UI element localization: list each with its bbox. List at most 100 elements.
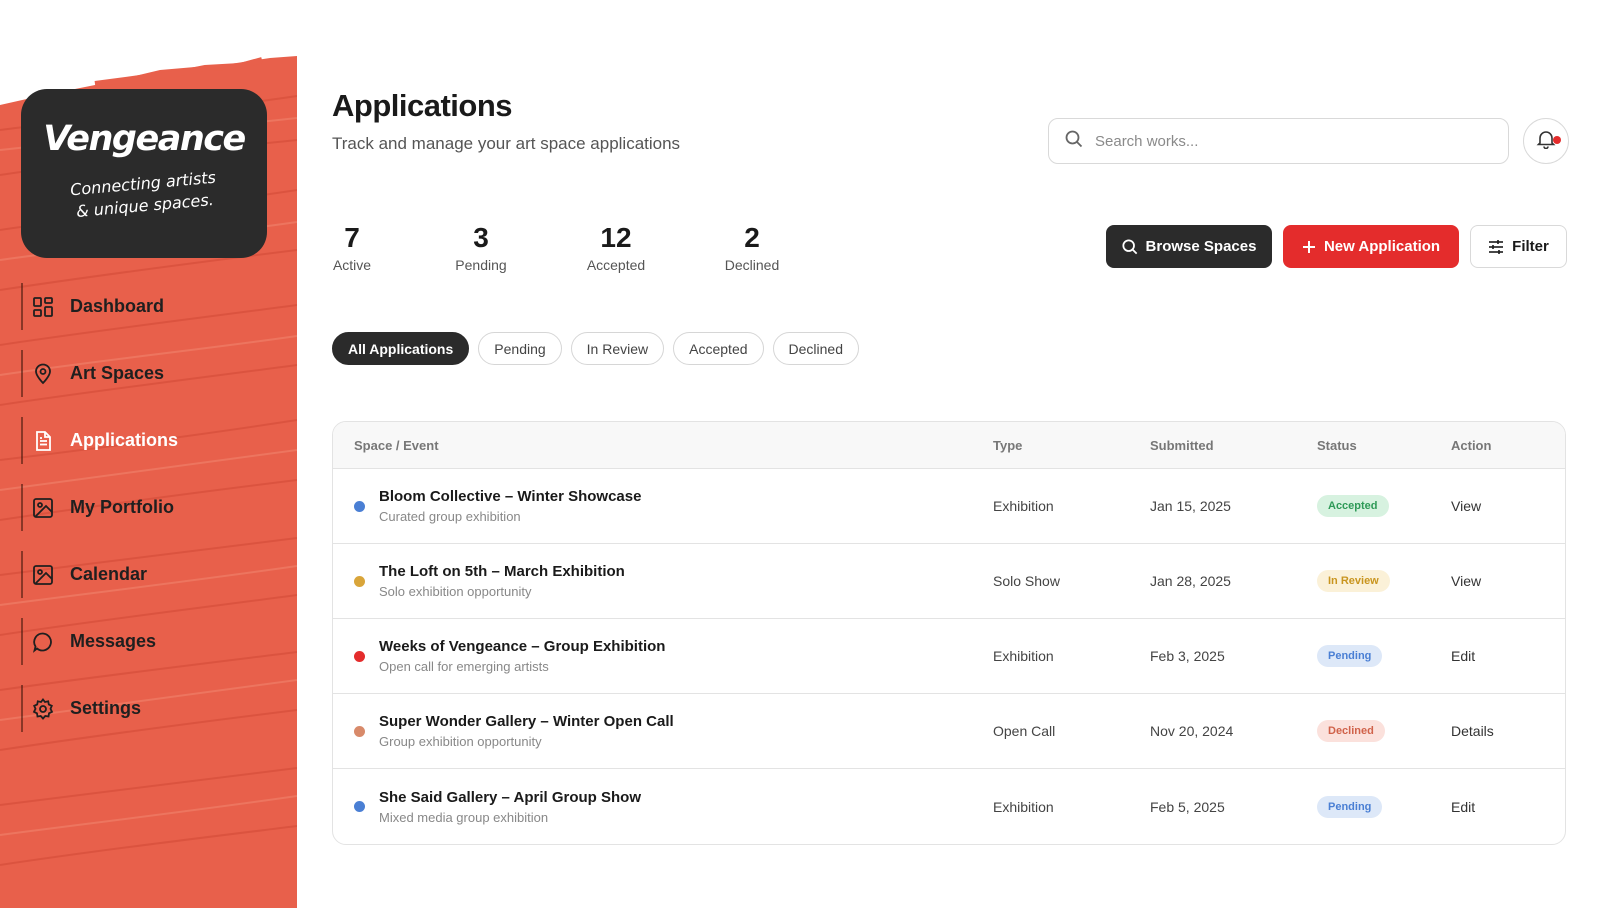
sidebar-item-label: Settings: [70, 698, 142, 718]
row-action-link[interactable]: View: [1451, 573, 1481, 589]
sidebar-item-settings[interactable]: Settings: [21, 685, 281, 732]
filter-button[interactable]: Filter: [1470, 225, 1567, 268]
type-cell: Exhibition: [993, 498, 1054, 514]
browse-spaces-button[interactable]: Browse Spaces: [1106, 225, 1272, 268]
main-content: Applications Track and manage your art s…: [332, 0, 1597, 908]
image-icon: [32, 564, 54, 586]
stat-pending: 3 Pending: [452, 222, 510, 273]
stat-value: 12: [600, 222, 632, 253]
stat-label: Accepted: [586, 257, 646, 273]
notifications-button[interactable]: [1523, 118, 1569, 164]
gear-icon: [32, 697, 54, 720]
submitted-cell: Jan 28, 2025: [1150, 573, 1231, 589]
table-row[interactable]: Bloom Collective – Winter Showcase Curat…: [333, 469, 1565, 544]
filter-chip-pending[interactable]: Pending: [478, 332, 562, 365]
image-icon: [32, 497, 54, 519]
status-cell: Accepted: [1317, 495, 1451, 517]
table-row[interactable]: Weeks of Vengeance – Group Exhibition Op…: [333, 619, 1565, 694]
status-badge: Pending: [1317, 795, 1383, 818]
row-action-link[interactable]: Details: [1451, 723, 1494, 739]
column-header[interactable]: Submitted: [1150, 438, 1317, 453]
space-title: Weeks of Vengeance – Group Exhibition: [379, 638, 666, 655]
stat-value: 2: [744, 222, 760, 253]
brand-card: Vengeance Connecting artists & unique sp…: [21, 89, 267, 258]
stat-value: 3: [473, 222, 489, 253]
type-cell: Open Call: [993, 723, 1056, 739]
column-header[interactable]: Space / Event: [333, 438, 993, 453]
action-cell: Details: [1451, 723, 1565, 739]
stat-label: Pending: [455, 257, 507, 273]
space-cell: Weeks of Vengeance – Group Exhibition Op…: [333, 638, 993, 674]
type-cell: Exhibition: [993, 648, 1054, 664]
new-application-button[interactable]: New Application: [1283, 225, 1459, 268]
row-action-link[interactable]: View: [1451, 498, 1481, 514]
filter-chip-in-review[interactable]: In Review: [570, 332, 665, 365]
stats-row: 7 Active 3 Pending 12 Accepted 2 Decline…: [332, 222, 783, 273]
sidebar-item-label: Calendar: [70, 564, 148, 584]
sidebar-nav: Dashboard Art Spaces Applications My Por…: [21, 283, 281, 752]
grid-icon: [32, 296, 54, 318]
submitted-cell: Jan 15, 2025: [1150, 498, 1231, 514]
table-row[interactable]: The Loft on 5th – March Exhibition Solo …: [333, 544, 1565, 619]
search-bar[interactable]: [1048, 118, 1509, 164]
status-cell: In Review: [1317, 570, 1451, 592]
filter-chip-all[interactable]: All Applications: [332, 332, 470, 365]
status-cell: Pending: [1317, 645, 1451, 667]
browse-spaces-label: Browse Spaces: [1145, 238, 1257, 255]
stat-label: Active: [332, 257, 372, 273]
table-row[interactable]: Super Wonder Gallery – Winter Open Call …: [333, 694, 1565, 769]
space-subtitle: Open call for emerging artists: [379, 659, 549, 674]
space-title: Super Wonder Gallery – Winter Open Call: [379, 713, 674, 730]
action-cell: View: [1451, 498, 1565, 514]
row-action-link[interactable]: Edit: [1451, 648, 1475, 664]
sidebar-item-my-portfolio[interactable]: My Portfolio: [21, 484, 281, 531]
space-cell: Super Wonder Gallery – Winter Open Call …: [333, 713, 993, 749]
status-badge: Pending: [1317, 645, 1383, 667]
filter-chip-declined[interactable]: Declined: [772, 332, 859, 365]
filter-chip-accepted[interactable]: Accepted: [673, 332, 764, 365]
status-dot: [354, 801, 365, 812]
space-title: The Loft on 5th – March Exhibition: [379, 563, 625, 580]
space-subtitle: Curated group exhibition: [379, 509, 521, 524]
space-title: Bloom Collective – Winter Showcase: [379, 488, 642, 505]
stat-declined: 2 Declined: [721, 222, 783, 273]
sliders-icon: [1488, 239, 1504, 255]
page-subtitle: Track and manage your art space applicat…: [332, 134, 681, 153]
status-badge: In Review: [1317, 570, 1390, 592]
status-dot: [354, 575, 365, 587]
space-subtitle: Group exhibition opportunity: [379, 734, 542, 749]
submitted-cell: Nov 20, 2024: [1150, 723, 1234, 739]
sidebar-item-calendar[interactable]: Calendar: [21, 551, 281, 598]
notification-dot: [1553, 136, 1561, 144]
sidebar-item-dashboard[interactable]: Dashboard: [21, 283, 281, 330]
space-cell: Bloom Collective – Winter Showcase Curat…: [333, 488, 993, 524]
column-header[interactable]: Action: [1451, 438, 1565, 453]
type-cell: Solo Show: [993, 573, 1060, 589]
table-row[interactable]: She Said Gallery – April Group Show Mixe…: [333, 769, 1565, 844]
sidebar-item-messages[interactable]: Messages: [21, 618, 281, 665]
search-input[interactable]: [1095, 132, 1475, 150]
page-title: Applications: [332, 88, 513, 123]
column-header[interactable]: Type: [993, 438, 1150, 453]
row-action-link[interactable]: Edit: [1451, 799, 1475, 815]
space-subtitle: Mixed media group exhibition: [379, 809, 549, 825]
column-header[interactable]: Status: [1317, 438, 1451, 453]
brand-tagline: Connecting artists & unique spaces.: [20, 162, 269, 227]
table-header: Space / Event Type Submitted Status Acti…: [333, 422, 1565, 469]
action-cell: Edit: [1451, 648, 1565, 664]
stat-active: 7 Active: [332, 222, 372, 273]
status-dot: [354, 725, 365, 737]
document-icon: [32, 430, 54, 452]
status-dot: [354, 500, 365, 512]
space-cell: She Said Gallery – April Group Show Mixe…: [333, 789, 993, 825]
sidebar-item-art-spaces[interactable]: Art Spaces: [21, 350, 281, 397]
status-cell: Pending: [1317, 795, 1451, 818]
action-cell: Edit: [1451, 799, 1565, 815]
status-cell: Declined: [1317, 720, 1451, 742]
sidebar-item-label: Applications: [70, 430, 179, 450]
sidebar-item-label: My Portfolio: [70, 497, 174, 517]
sidebar-item-label: Art Spaces: [70, 363, 165, 383]
sidebar-item-applications[interactable]: Applications: [21, 417, 281, 464]
chat-bubble-icon: [32, 631, 54, 653]
status-badge: Accepted: [1317, 495, 1389, 517]
